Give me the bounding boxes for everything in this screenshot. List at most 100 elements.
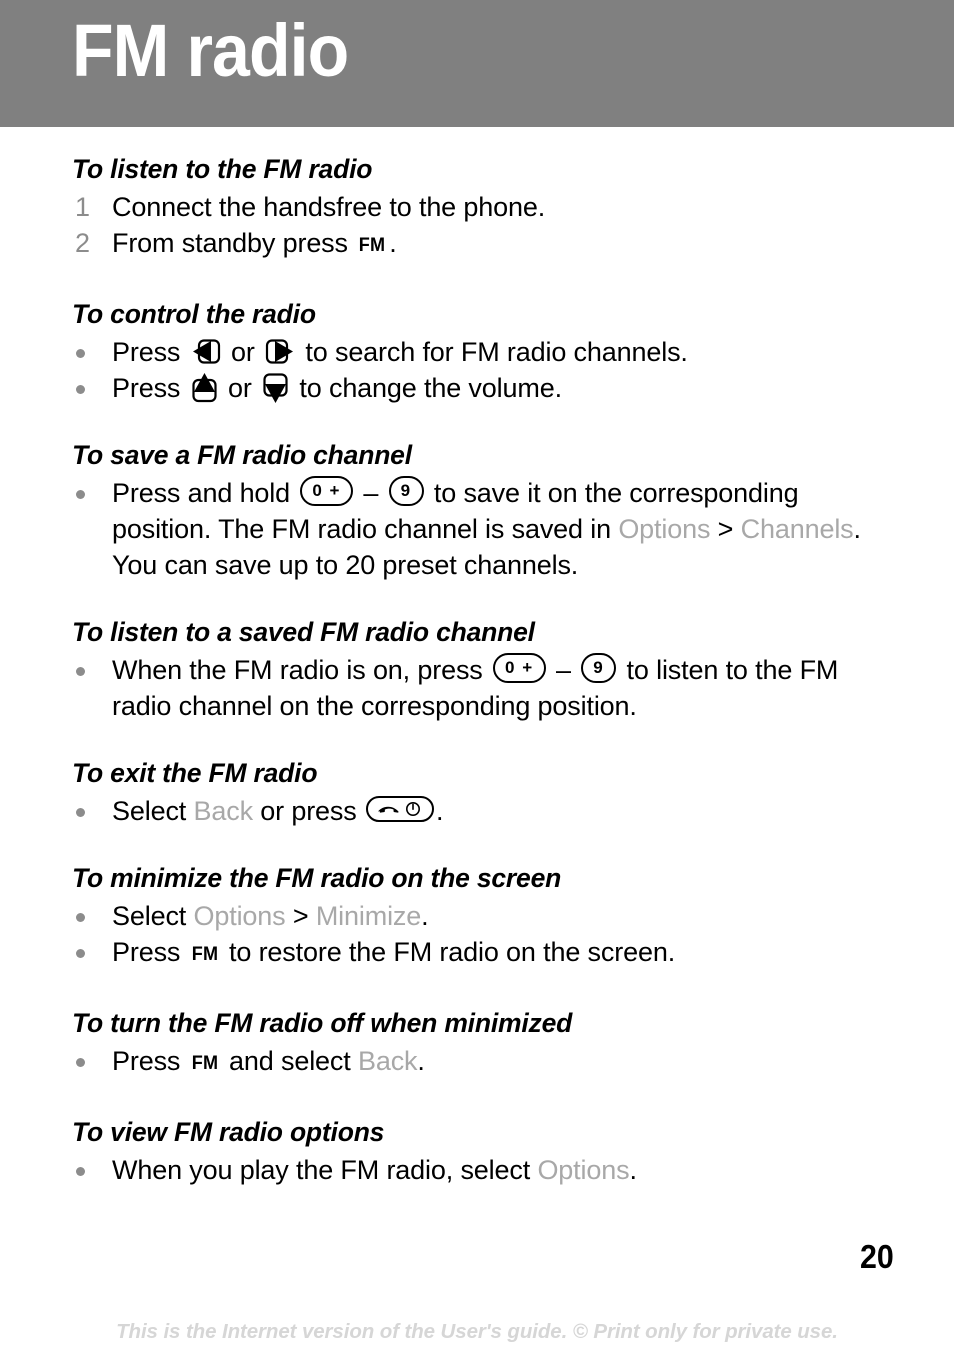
menu-reference-back: Back <box>357 1046 418 1076</box>
fm-key-icon: FM <box>191 944 218 965</box>
section-heading: To turn the FM radio off when minimized <box>72 1008 573 1038</box>
text-fragment: Press and hold <box>112 478 298 508</box>
numeric-key-9-icon: 9 <box>581 652 617 683</box>
text-fragment: Press <box>112 373 188 403</box>
list-marker: 1 <box>75 192 90 222</box>
list-item-text: Press FM to restore the FM radio on the … <box>112 934 884 974</box>
end-call-key-icon <box>365 795 434 822</box>
list-marker: • <box>72 334 112 370</box>
list-marker: • <box>72 898 112 934</box>
numeric-key-0-icon: 0 + <box>300 475 353 506</box>
list-item: • When the FM radio is on, press 0 + – 9… <box>72 652 884 724</box>
list-marker: • <box>72 370 112 406</box>
list-item: • Press FM and select Back. <box>72 1043 884 1083</box>
text-fragment: Press <box>112 1046 188 1076</box>
list-item: • Press FM to restore the FM radio on th… <box>72 934 884 974</box>
text-fragment: or press <box>252 796 364 826</box>
section-exit-the-fm-radio: To exit the FM radio • Select Back or pr… <box>72 756 884 829</box>
key-range-dash: – <box>548 655 579 685</box>
list-marker: 2 <box>75 228 90 258</box>
section-control-the-radio: To control the radio • Press or to searc… <box>72 297 884 406</box>
document-content: To listen to the FM radio 1 Connect the … <box>72 152 884 1188</box>
fm-key-icon: FM <box>191 1053 218 1074</box>
page-title: FM radio <box>72 9 349 92</box>
list-marker: • <box>72 934 112 970</box>
text-fragment: . <box>389 228 397 258</box>
section-turn-off-when-minimized: To turn the FM radio off when minimized … <box>72 1006 884 1083</box>
text-fragment: From standby press <box>112 228 356 258</box>
section-listen-to-the-fm-radio: To listen to the FM radio 1 Connect the … <box>72 152 884 265</box>
text-fragment: Select <box>112 796 194 826</box>
text-fragment: Select <box>112 901 194 931</box>
list-marker: • <box>72 652 112 688</box>
footer-notice: This is the Internet version of the User… <box>116 1320 838 1343</box>
list-item: • When you play the FM radio, select Opt… <box>72 1152 884 1188</box>
section-heading: To listen to a saved FM radio channel <box>72 617 535 647</box>
text-fragment: to search for FM radio channels. <box>298 337 688 367</box>
nav-down-key-icon <box>262 372 289 404</box>
menu-reference-channels: Channels <box>740 514 854 544</box>
text-fragment: When you play the FM radio, select <box>112 1155 538 1185</box>
list-item: • Select Back or press . <box>72 793 884 829</box>
list-item-text: Connect the handsfree to the phone. <box>112 189 884 225</box>
list-marker: • <box>72 1152 112 1188</box>
numeric-key-9-icon: 9 <box>388 475 424 506</box>
key-range-dash: – <box>355 478 386 508</box>
list-item-text: Select Options > Minimize. <box>112 898 884 934</box>
menu-reference-minimize: Minimize <box>315 901 422 931</box>
nav-left-key-icon <box>191 338 221 365</box>
menu-reference-options: Options <box>537 1155 630 1185</box>
text-fragment: and select <box>221 1046 358 1076</box>
list-item-text: Press or to search for FM radio channels… <box>112 334 884 370</box>
fm-key-icon: FM <box>358 235 386 256</box>
list-item: • Press and hold 0 + – 9 to save it on t… <box>72 475 884 583</box>
text-fragment: or <box>223 337 263 367</box>
numeric-key-0-icon: 0 + <box>493 652 546 683</box>
section-heading: To view FM radio options <box>72 1117 385 1147</box>
text-fragment: Press <box>112 937 188 967</box>
page-number: 20 <box>860 1238 894 1275</box>
nav-up-key-icon <box>191 372 218 404</box>
list-item: • Press or to search for FM radio channe… <box>72 334 884 370</box>
list-item-text: Press or to change the volume. <box>112 370 884 406</box>
section-save-a-fm-radio-channel: To save a FM radio channel • Press and h… <box>72 438 884 583</box>
text-fragment: Press <box>112 337 188 367</box>
nav-right-key-icon <box>265 338 295 365</box>
list-item: • Select Options > Minimize. <box>72 898 884 934</box>
list-item-text: Select Back or press . <box>112 793 884 829</box>
list-item-text: When you play the FM radio, select Optio… <box>112 1152 884 1188</box>
list-item: • Press or to change the volume. <box>72 370 884 406</box>
section-listen-to-a-saved-fm-radio-channel: To listen to a saved FM radio channel • … <box>72 615 884 724</box>
section-view-fm-radio-options: To view FM radio options • When you play… <box>72 1115 884 1188</box>
section-heading: To exit the FM radio <box>72 758 318 788</box>
menu-reference-options: Options <box>193 901 286 931</box>
section-heading: To save a FM radio channel <box>72 440 412 470</box>
section-heading: To control the radio <box>72 299 316 329</box>
text-fragment: Connect the handsfree to the phone. <box>112 192 546 222</box>
text-fragment: . <box>629 1155 637 1185</box>
list-item-text: From standby press FM. <box>112 225 884 265</box>
list-item-text: Press and hold 0 + – 9 to save it on the… <box>112 475 884 583</box>
menu-separator: > <box>285 901 316 931</box>
list-item: 2 From standby press FM. <box>72 225 884 265</box>
text-fragment: to change the volume. <box>292 373 562 403</box>
list-item-text: When the FM radio is on, press 0 + – 9 t… <box>112 652 884 724</box>
list-marker: • <box>72 1043 112 1079</box>
menu-reference-options: Options <box>618 514 711 544</box>
text-fragment: . <box>435 796 444 826</box>
section-heading: To minimize the FM radio on the screen <box>72 863 562 893</box>
list-marker: • <box>72 475 112 511</box>
text-fragment: When the FM radio is on, press <box>112 655 491 685</box>
section-heading: To listen to the FM radio <box>72 154 373 184</box>
text-fragment: . <box>421 901 429 931</box>
menu-reference-back: Back <box>193 796 254 826</box>
text-fragment: to restore the FM radio on the screen. <box>221 937 676 967</box>
list-item-text: Press FM and select Back. <box>112 1043 884 1083</box>
page-header-banner: FM radio <box>0 0 954 127</box>
